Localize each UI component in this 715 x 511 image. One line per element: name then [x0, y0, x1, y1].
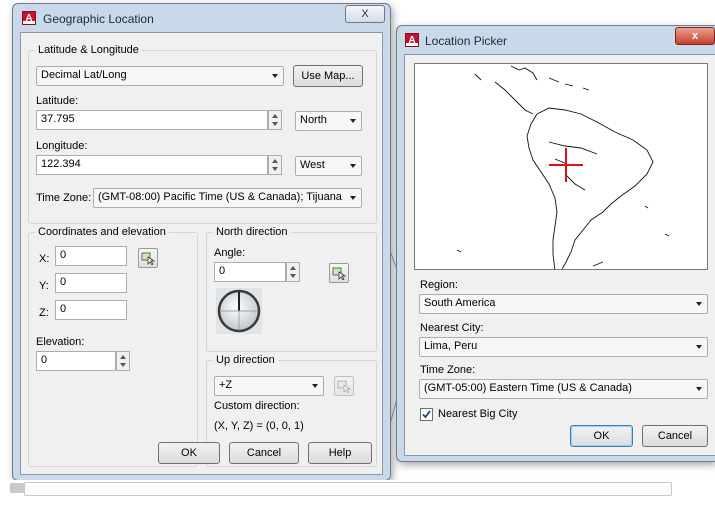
picker-timezone-select[interactable]: (GMT-05:00) Eastern Time (US & Canada)	[419, 379, 708, 399]
pick-angle-button[interactable]	[329, 263, 349, 283]
chevron-down-icon	[696, 345, 702, 349]
checkmark-icon	[422, 410, 431, 419]
nearest-big-city-checkbox[interactable]	[420, 408, 433, 421]
elevation-spinner[interactable]	[116, 351, 130, 371]
close-button[interactable]: x	[675, 27, 715, 45]
pick-point-icon	[141, 252, 155, 265]
region-label: Region:	[420, 279, 458, 291]
nearest-city-select[interactable]: Lima, Peru	[419, 337, 708, 357]
y-input[interactable]: 0	[55, 273, 127, 293]
picker-body: Region: South America Nearest City: Lima…	[404, 54, 715, 456]
chevron-down-icon	[350, 119, 356, 123]
picker-titlebar[interactable]: A Location Picker x	[397, 26, 715, 54]
chevron-down-icon	[696, 387, 702, 391]
chevron-down-icon	[350, 196, 356, 200]
x-label: X:	[39, 253, 50, 265]
y-label: Y:	[39, 280, 49, 292]
custom-direction-label: Custom direction:	[214, 400, 300, 412]
close-button[interactable]: X	[345, 5, 385, 23]
up-direction-group-label: Up direction	[213, 354, 278, 366]
picker-title: Location Picker	[425, 34, 508, 48]
custom-direction-value: (X, Y, Z) = (0, 0, 1)	[214, 420, 304, 432]
x-input[interactable]: 0	[55, 246, 127, 266]
latlong-group-label: Latitude & Longitude	[35, 44, 142, 56]
coordinate-format-select[interactable]: Decimal Lat/Long	[36, 66, 284, 86]
north-compass-icon	[216, 288, 262, 334]
region-value: South America	[424, 297, 496, 309]
nearest-city-label: Nearest City:	[420, 322, 484, 334]
help-button[interactable]: Help	[308, 442, 372, 464]
location-picker-dialog: A Location Picker x Region: South Americ…	[396, 25, 715, 462]
coordinates-group: Coordinates and elevation	[28, 226, 198, 467]
latitude-direction-value: North	[300, 114, 327, 126]
timezone-value: (GMT-08:00) Pacific Time (US & Canada); …	[98, 191, 342, 203]
geographic-location-dialog: A Geographic Location X Latitude & Longi…	[12, 3, 391, 481]
cancel-button[interactable]: Cancel	[229, 442, 299, 464]
autocad-app-icon: A	[22, 11, 36, 25]
coordinates-group-label: Coordinates and elevation	[35, 226, 169, 238]
location-crosshair-icon	[549, 148, 583, 182]
picker-timezone-label: Time Zone:	[420, 364, 476, 376]
longitude-input[interactable]: 122.394	[36, 155, 268, 175]
nearest-big-city-label: Nearest Big City	[438, 408, 518, 420]
z-label: Z:	[39, 307, 49, 319]
world-map[interactable]	[414, 63, 708, 270]
elevation-label: Elevation:	[36, 336, 85, 348]
angle-label: Angle:	[214, 247, 246, 259]
z-input[interactable]: 0	[55, 300, 127, 320]
command-line-input[interactable]	[24, 482, 672, 496]
region-select[interactable]: South America	[419, 294, 708, 314]
chevron-down-icon	[312, 384, 318, 388]
longitude-direction-value: West	[300, 159, 325, 171]
latitude-direction-select[interactable]: North	[295, 111, 362, 131]
pick-up-direction-button[interactable]	[334, 376, 354, 396]
pick-point-button[interactable]	[138, 248, 158, 268]
dialog-titlebar[interactable]: A Geographic Location X	[13, 4, 390, 32]
chevron-down-icon	[696, 302, 702, 306]
picker-timezone-value: (GMT-05:00) Eastern Time (US & Canada)	[424, 382, 632, 394]
autocad-app-icon: A	[405, 33, 419, 47]
up-direction-value: +Z	[219, 379, 233, 391]
status-indicator	[10, 483, 24, 493]
picker-ok-button[interactable]: OK	[570, 425, 633, 447]
latitude-input[interactable]: 37.795	[36, 110, 268, 130]
north-direction-group-label: North direction	[213, 226, 291, 238]
timezone-select[interactable]: (GMT-08:00) Pacific Time (US & Canada); …	[93, 188, 362, 208]
ok-button[interactable]: OK	[158, 442, 220, 464]
pick-point-icon	[332, 267, 346, 280]
longitude-direction-select[interactable]: West	[295, 156, 362, 176]
dialog-title: Geographic Location	[43, 12, 154, 26]
longitude-label: Longitude:	[36, 140, 88, 152]
pick-point-icon	[337, 380, 351, 393]
up-direction-select[interactable]: +Z	[214, 376, 324, 396]
angle-input[interactable]: 0	[214, 262, 286, 282]
angle-spinner[interactable]	[286, 262, 300, 282]
nearest-city-value: Lima, Peru	[424, 340, 478, 352]
latitude-label: Latitude:	[36, 95, 79, 107]
latitude-spinner[interactable]	[268, 110, 282, 130]
timezone-label: Time Zone:	[36, 192, 92, 204]
app-status-bar	[0, 480, 715, 511]
elevation-input[interactable]: 0	[36, 351, 116, 371]
use-map-button[interactable]: Use Map...	[293, 65, 363, 87]
longitude-spinner[interactable]	[268, 155, 282, 175]
chevron-down-icon	[272, 74, 278, 78]
chevron-down-icon	[350, 164, 356, 168]
coordinate-format-value: Decimal Lat/Long	[41, 69, 127, 81]
dialog-body: Latitude & Longitude Decimal Lat/Long Us…	[20, 32, 383, 475]
picker-cancel-button[interactable]: Cancel	[642, 425, 708, 447]
